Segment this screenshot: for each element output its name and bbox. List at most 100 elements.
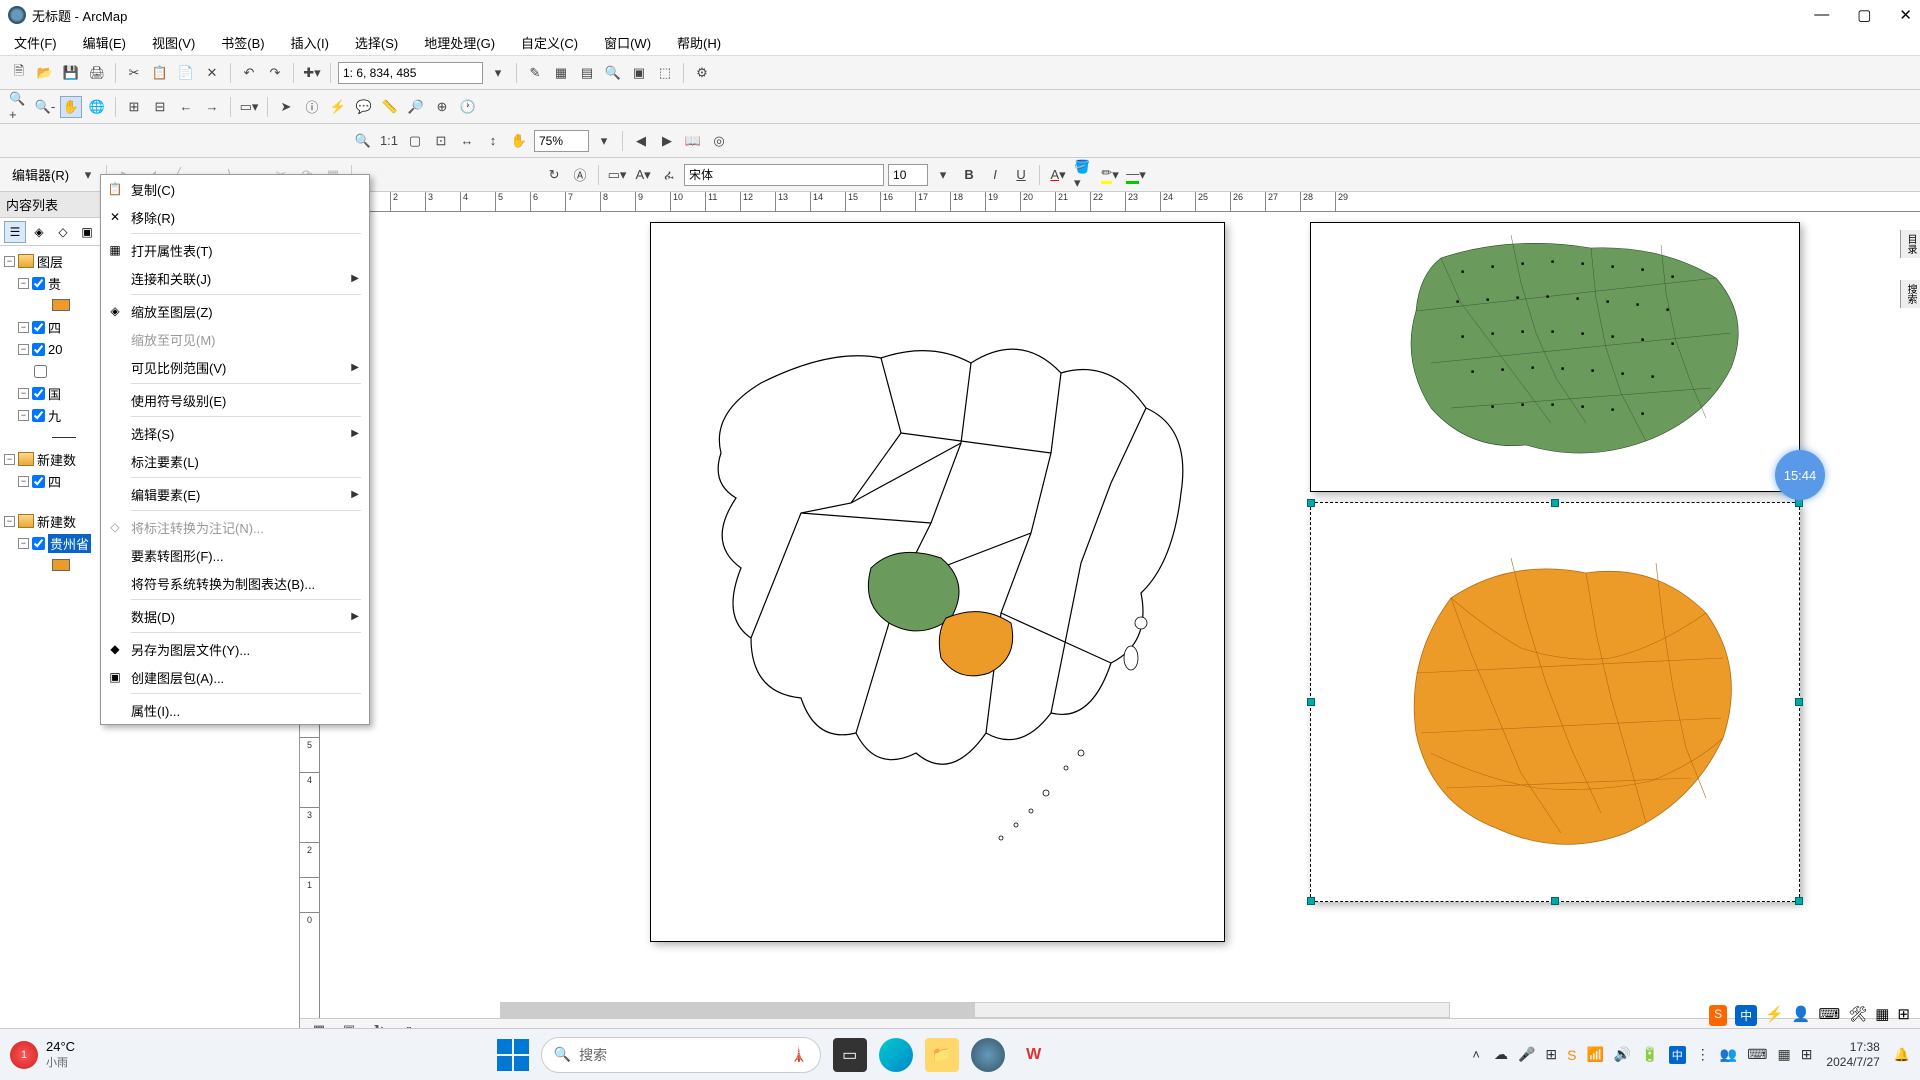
xy-icon[interactable]: ⊕ (431, 96, 453, 118)
zoom-100-icon[interactable]: 1:1 (378, 130, 400, 152)
context-menu-item[interactable]: 选择(S)▶ (101, 419, 369, 447)
menu-help[interactable]: 帮助(H) (671, 31, 727, 54)
expand-icon[interactable]: − (18, 278, 29, 289)
context-menu-item[interactable]: ▦打开属性表(T) (101, 236, 369, 264)
swatch-icon[interactable] (52, 559, 70, 571)
context-menu-item[interactable]: 使用符号级别(E) (101, 386, 369, 414)
paste-icon[interactable]: 📄 (175, 62, 197, 84)
delete-icon[interactable]: ✕ (201, 62, 223, 84)
expand-icon[interactable]: − (18, 538, 29, 549)
arcpy-icon[interactable]: ▣ (628, 62, 650, 84)
marker-color-icon[interactable]: ✏▾ (1099, 164, 1121, 186)
select-element-icon[interactable]: ➤ (275, 96, 297, 118)
map-canvas[interactable]: 0123456789101112131415161718192021222324… (300, 192, 1920, 1040)
taskbar-search[interactable]: 🔍 搜索 🗼 (541, 1037, 821, 1073)
open-icon[interactable]: 📂 (34, 62, 56, 84)
apps-icon[interactable]: ▦ (1777, 1046, 1790, 1063)
text-icon[interactable]: Ⓐ (569, 164, 591, 186)
zoom-out-icon[interactable]: 🔍- (34, 96, 56, 118)
float-icon[interactable]: ⌨ (1819, 1005, 1841, 1026)
layer-checkbox[interactable] (32, 475, 45, 488)
keyboard-icon[interactable]: ⌨ (1747, 1046, 1767, 1063)
selection-handle[interactable] (1551, 897, 1559, 905)
zoom-height-icon[interactable]: ↕ (482, 130, 504, 152)
pan-icon[interactable]: ✋ (60, 96, 82, 118)
float-icon[interactable]: ⚡ (1765, 1005, 1784, 1026)
start-button[interactable] (497, 1039, 529, 1071)
selection-handle[interactable] (1795, 897, 1803, 905)
fixed-zoom-in-icon[interactable]: ⊞ (123, 96, 145, 118)
mapbook-icon[interactable]: 📖 (682, 130, 704, 152)
select-feature-icon[interactable]: ▭▾ (238, 96, 260, 118)
toc-tab-selection[interactable]: ▣ (76, 221, 98, 243)
horizontal-scrollbar[interactable] (500, 1002, 1450, 1018)
print-icon[interactable]: 🖨 (86, 62, 108, 84)
explorer-icon[interactable]: 📁 (925, 1038, 959, 1072)
layer-checkbox[interactable] (32, 343, 45, 356)
expand-icon[interactable]: − (4, 516, 15, 527)
context-menu-item[interactable]: ◈缩放至图层(Z) (101, 297, 369, 325)
layer-checkbox[interactable] (34, 365, 47, 378)
float-icon[interactable]: 👤 (1792, 1005, 1811, 1026)
zoom-whole-icon[interactable]: ▢ (404, 130, 426, 152)
maximize-button[interactable]: ▢ (1857, 6, 1871, 24)
taskbar-clock[interactable]: 17:38 2024/7/27 (1826, 1040, 1879, 1069)
task-view-icon[interactable]: ▭ (833, 1038, 867, 1072)
find-icon[interactable]: 🔎 (405, 96, 427, 118)
catalog-icon[interactable]: ▤ (576, 62, 598, 84)
volume-icon[interactable]: 🔊 (1614, 1046, 1631, 1063)
mic-icon[interactable]: 🎤 (1518, 1046, 1535, 1063)
editor-toolbar-icon[interactable]: ✎ (524, 62, 546, 84)
context-menu-item[interactable]: 编辑要素(E)▶ (101, 480, 369, 508)
context-menu-item[interactable]: 属性(I)... (101, 696, 369, 724)
toc-tab-source[interactable]: ◈ (28, 221, 50, 243)
expand-icon[interactable]: − (4, 256, 15, 267)
swatch-icon[interactable] (52, 299, 70, 311)
rectangle-icon[interactable]: ▭▾ (606, 164, 628, 186)
float-icon[interactable]: ▦ (1875, 1005, 1889, 1026)
grid-icon[interactable]: ⊞ (1801, 1046, 1813, 1063)
context-menu-item[interactable]: 数据(D)▶ (101, 602, 369, 630)
italic-button[interactable]: I (984, 164, 1006, 186)
expand-icon[interactable]: − (18, 476, 29, 487)
layer-checkbox[interactable] (32, 387, 45, 400)
underline-button[interactable]: U (1010, 164, 1032, 186)
expand-icon[interactable]: − (4, 454, 15, 465)
sogou-float-icon[interactable]: S (1709, 1005, 1727, 1026)
catalog-panel-tab[interactable]: 目录 (1900, 230, 1920, 258)
cut-icon[interactable]: ✂ (123, 62, 145, 84)
zoom-in-icon[interactable]: 🔍+ (8, 96, 30, 118)
menu-select[interactable]: 选择(S) (349, 31, 404, 54)
wifi-icon[interactable]: 📶 (1586, 1046, 1603, 1063)
context-menu-item[interactable]: 标注要素(L) (101, 447, 369, 475)
cloud-icon[interactable]: ☁ (1494, 1046, 1508, 1063)
context-menu-item[interactable]: ✕移除(R) (101, 203, 369, 231)
sichuan-data-frame[interactable]: ■■■■ ■■■■ ■■■■ ■■■■ ■■■■ ■■■■ ■■■■ ■■■ ■… (1310, 222, 1800, 492)
layer-checkbox[interactable] (32, 321, 45, 334)
zoom-fit-icon[interactable]: ⊡ (430, 130, 452, 152)
menu-window[interactable]: 窗口(W) (598, 31, 657, 54)
layer-checkbox[interactable] (32, 537, 45, 550)
identify-icon[interactable]: ⓘ (301, 96, 323, 118)
hyperlink-icon[interactable]: ⚡ (327, 96, 349, 118)
fill-color-icon[interactable]: 🪣▾ (1073, 164, 1095, 186)
measure-icon[interactable]: 📏 (379, 96, 401, 118)
menu-geoprocessing[interactable]: 地理处理(G) (418, 31, 501, 54)
tray-chevron-icon[interactable]: ˄ (1472, 1047, 1480, 1062)
toc-tab-visibility[interactable]: ◇ (52, 221, 74, 243)
layout-zoom-input[interactable] (534, 130, 589, 152)
next-extent-icon[interactable]: → (201, 96, 223, 118)
ime-float-icon[interactable]: 中 (1735, 1005, 1757, 1026)
selection-handle[interactable] (1307, 897, 1315, 905)
pan-page-icon[interactable]: ✋ (508, 130, 530, 152)
fixed-zoom-out-icon[interactable]: ⊟ (149, 96, 171, 118)
menu-view[interactable]: 视图(V) (146, 31, 201, 54)
prev-page-icon[interactable]: ◀ (630, 130, 652, 152)
search-panel-tab[interactable]: 搜索 (1900, 280, 1920, 308)
zoom-width-icon[interactable]: ↔ (456, 130, 478, 152)
save-icon[interactable]: 💾 (60, 62, 82, 84)
size-dropdown-icon[interactable]: ▾ (932, 164, 954, 186)
tray-more-icon[interactable]: ⋮ (1696, 1046, 1710, 1063)
context-menu-item[interactable]: 📋复制(C) (101, 175, 369, 203)
float-icon[interactable]: ⊞ (1897, 1005, 1910, 1026)
